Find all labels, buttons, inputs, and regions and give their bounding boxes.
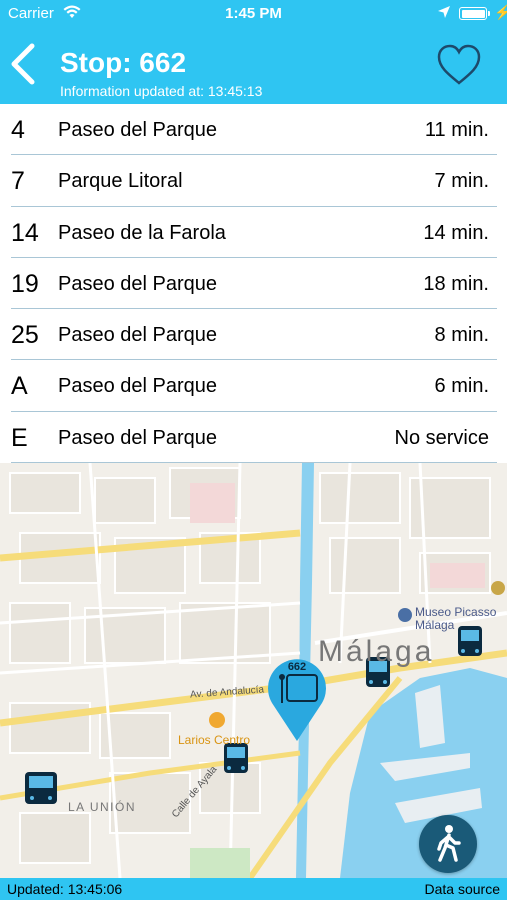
bus-marker-icon[interactable] (25, 772, 57, 804)
battery-icon (459, 7, 487, 20)
district-label: LA UNIÓN (68, 800, 137, 814)
bus-marker-icon[interactable] (224, 743, 248, 773)
list-item[interactable]: 4 Paseo del Parque 11 min. (11, 104, 497, 156)
data-source-link[interactable]: Data source (425, 881, 500, 897)
mall-label: Larios Centro (178, 733, 251, 747)
eta: No service (394, 426, 489, 449)
updated-label: Updated: 13:45:06 (7, 881, 123, 897)
list-item[interactable]: A Paseo del Parque 6 min. (11, 360, 497, 412)
status-bar: Carrier 1:45 PM ⚡ (0, 0, 507, 27)
back-button[interactable] (6, 41, 46, 87)
walk-button[interactable] (419, 815, 477, 873)
eta: 8 min. (434, 324, 489, 347)
heart-icon (437, 44, 481, 85)
destination: Paseo del Parque (58, 426, 218, 449)
eta: 6 min. (434, 375, 489, 398)
destination: Paseo del Parque (58, 272, 218, 295)
eta: 14 min. (423, 221, 489, 244)
arrivals-list: 4 Paseo del Parque 11 min. 7 Parque Lito… (0, 104, 507, 464)
updated-subtitle: Information updated at: 13:45:13 (60, 83, 263, 99)
list-item[interactable]: 7 Parque Litoral 7 min. (11, 155, 497, 207)
list-item[interactable]: 25 Paseo del Parque 8 min. (11, 309, 497, 361)
eta: 11 min. (424, 119, 489, 141)
line-number: 19 (11, 269, 39, 298)
line-number: 14 (11, 218, 39, 247)
map-view[interactable]: 662 Málaga Museo Picasso Málaga Larios C… (0, 463, 507, 878)
destination: Paseo de la Farola (58, 221, 226, 244)
city-label: Málaga (318, 635, 435, 668)
charging-icon: ⚡ (494, 4, 507, 20)
destination: Parque Litoral (58, 170, 183, 193)
page-title: Stop: 662 (60, 47, 187, 78)
line-number: E (11, 423, 28, 452)
shopping-icon (209, 712, 225, 728)
line-number: 7 (11, 167, 25, 196)
favorite-button[interactable] (436, 43, 482, 87)
list-item[interactable]: E Paseo del Parque No service (11, 412, 497, 464)
stop-marker-number: 662 (288, 661, 306, 673)
list-item[interactable]: 14 Paseo de la Farola 14 min. (11, 207, 497, 258)
museum-label: Museo Picasso Málaga (415, 606, 496, 632)
eta: 7 min. (434, 170, 489, 193)
battery-cap (488, 11, 490, 16)
list-item[interactable]: 19 Paseo del Parque 18 min. (11, 258, 497, 310)
header-bar: Stop: 662 Information updated at: 13:45:… (0, 27, 507, 104)
museum-label-line2: Málaga (415, 618, 455, 632)
line-number: A (11, 372, 28, 401)
destination: Paseo del Parque (58, 324, 218, 347)
line-number: 4 (11, 116, 25, 144)
chevron-left-icon (11, 43, 35, 85)
museum-icon (398, 608, 412, 622)
location-arrow-icon (437, 5, 451, 23)
line-number: 25 (11, 321, 39, 350)
footer-bar: Updated: 13:45:06 Data source (0, 878, 507, 900)
destination: Paseo del Parque (58, 119, 218, 141)
museum-label-line1: Museo Picasso (415, 605, 497, 619)
eta: 18 min. (423, 272, 489, 295)
poi-icon (491, 581, 505, 595)
destination: Paseo del Parque (58, 375, 218, 398)
status-time: 1:45 PM (225, 5, 282, 22)
pedestrian-icon (437, 825, 461, 862)
